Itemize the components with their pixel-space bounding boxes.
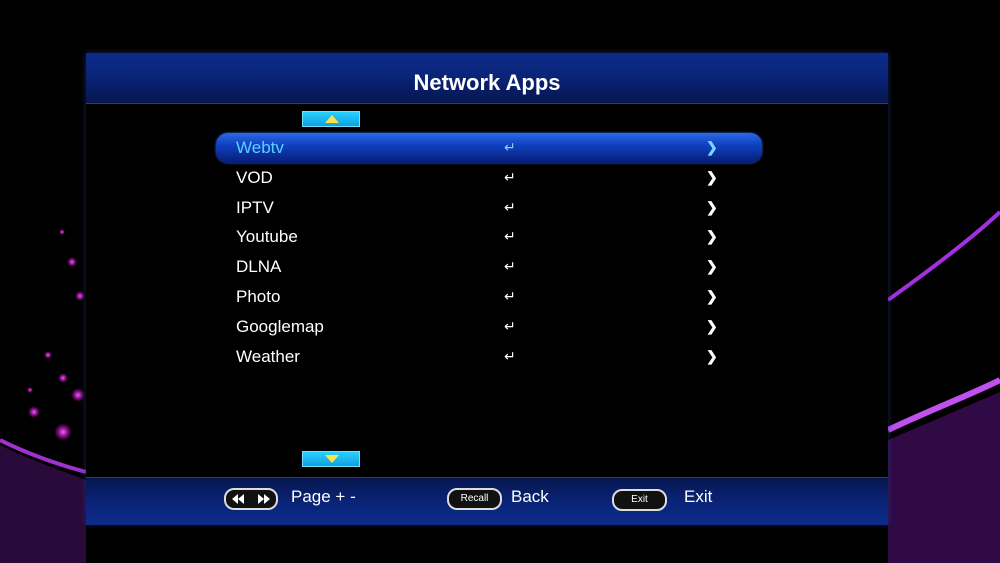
menu-item-vod[interactable]: VOD ↵ ❯ bbox=[214, 163, 756, 193]
enter-return-icon: ↵ bbox=[504, 228, 516, 245]
exit-hint-label: Exit bbox=[684, 487, 713, 506]
menu-item-googlemap[interactable]: Googlemap ↵ ❯ bbox=[214, 312, 756, 342]
scroll-down-button[interactable] bbox=[302, 451, 360, 467]
menu-item-weather[interactable]: Weather ↵ ❯ bbox=[214, 342, 756, 372]
menu-item-label: DLNA bbox=[236, 257, 282, 277]
triangle-down-icon bbox=[325, 455, 339, 463]
chevron-right-icon: ❯ bbox=[706, 287, 718, 304]
enter-return-icon: ↵ bbox=[504, 139, 516, 155]
menu-item-webtv[interactable]: Webtv ↵ ❯ bbox=[216, 133, 762, 163]
scroll-up-button[interactable] bbox=[302, 111, 360, 127]
network-apps-panel: Network Apps Webtv ↵ ❯ VOD ↵ ❯ IPTV ↵ ❯ … bbox=[86, 53, 888, 525]
enter-return-icon: ↵ bbox=[504, 258, 516, 275]
enter-return-icon: ↵ bbox=[504, 168, 516, 185]
enter-return-icon: ↵ bbox=[504, 317, 516, 334]
menu-item-label: Weather bbox=[236, 346, 300, 366]
menu-item-youtube[interactable]: Youtube ↵ ❯ bbox=[214, 222, 756, 252]
menu-item-label: VOD bbox=[236, 167, 273, 187]
menu-item-label: Youtube bbox=[236, 227, 298, 247]
menu-item-label: Googlemap bbox=[236, 316, 324, 336]
chevron-right-icon: ❯ bbox=[706, 347, 718, 364]
enter-return-icon: ↵ bbox=[504, 287, 516, 304]
menu-item-label: Photo bbox=[236, 286, 281, 306]
recall-key-button[interactable]: Recall bbox=[447, 488, 502, 510]
chevron-right-icon: ❯ bbox=[706, 139, 718, 155]
chevron-right-icon: ❯ bbox=[706, 258, 718, 275]
menu-item-dlna[interactable]: DLNA ↵ ❯ bbox=[214, 252, 756, 282]
chevron-right-icon: ❯ bbox=[706, 317, 718, 334]
chevron-right-icon: ❯ bbox=[706, 198, 718, 215]
chevron-right-icon: ❯ bbox=[706, 168, 718, 185]
exit-key-button[interactable]: Exit bbox=[612, 489, 667, 511]
button-hint-bar: Page + - Recall Back Exit Exit bbox=[86, 477, 888, 525]
menu-item-label: Webtv bbox=[236, 138, 284, 157]
page-title: Network Apps bbox=[413, 70, 561, 95]
menu-item-iptv[interactable]: IPTV ↵ ❯ bbox=[214, 193, 756, 223]
triangle-up-icon bbox=[325, 115, 339, 123]
back-hint-label: Back bbox=[511, 487, 549, 506]
rewind-forward-icon bbox=[232, 494, 270, 504]
menu-item-photo[interactable]: Photo ↵ ❯ bbox=[214, 282, 756, 312]
enter-return-icon: ↵ bbox=[504, 198, 516, 215]
page-key-button[interactable] bbox=[224, 488, 278, 510]
chevron-right-icon: ❯ bbox=[706, 228, 718, 245]
enter-return-icon: ↵ bbox=[504, 347, 516, 364]
app-menu-list: Webtv ↵ ❯ VOD ↵ ❯ IPTV ↵ ❯ Youtube ↵ ❯ D… bbox=[214, 133, 762, 372]
page-hint-label: Page + - bbox=[291, 487, 356, 506]
menu-item-label: IPTV bbox=[236, 197, 274, 217]
